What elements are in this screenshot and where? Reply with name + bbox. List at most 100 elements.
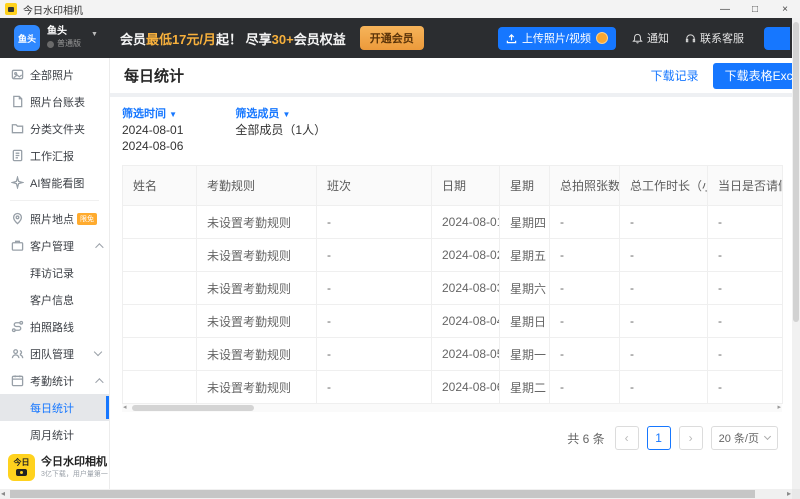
sidebar-item-photo-route[interactable]: 拍照路线 bbox=[0, 313, 109, 340]
minimize-icon: — bbox=[720, 4, 730, 15]
filter-caret-icon: ▼ bbox=[282, 110, 290, 119]
col-date: 日期 bbox=[432, 166, 500, 206]
vertical-scrollbar-thumb[interactable] bbox=[793, 22, 799, 322]
sidebar-item-all-photos[interactable]: 全部照片 bbox=[0, 61, 109, 88]
scroll-right-icon[interactable]: ▸ bbox=[787, 489, 791, 499]
table-row: 未设置考勤规则-2024-08-04星期日--- bbox=[123, 305, 783, 338]
sidebar-item-team-management[interactable]: 团队管理 bbox=[0, 340, 109, 367]
vertical-scrollbar[interactable] bbox=[792, 18, 800, 489]
pagination: 共 6 条 ‹ 1 › 20 条/页 bbox=[122, 426, 780, 450]
time-filter[interactable]: 筛选时间 ▼ 2024-08-01 2024-08-06 bbox=[122, 105, 183, 153]
customer-service-button[interactable]: 联系客服 bbox=[685, 30, 744, 46]
calendar-icon bbox=[10, 374, 24, 388]
scroll-left-icon[interactable]: ◂ bbox=[123, 403, 127, 411]
close-icon: × bbox=[782, 4, 788, 15]
user-plan: 普通版 bbox=[57, 38, 81, 50]
ai-sparkle-icon bbox=[10, 176, 24, 190]
col-weekday: 星期 bbox=[500, 166, 550, 206]
sidebar-item-work-report[interactable]: 工作汇报 bbox=[0, 142, 109, 169]
sidebar-divider bbox=[10, 200, 99, 201]
col-hours: 总工作时长（小时） bbox=[620, 166, 708, 206]
top-bar: 鱼头 鱼头 普通版 ▼ 会员最低17元/月起！ 尽享30+会员权益 开通会员 上… bbox=[0, 18, 800, 58]
table-horizontal-scrollbar[interactable]: ◂ ▸ bbox=[122, 404, 782, 412]
maximize-icon: □ bbox=[752, 4, 758, 15]
upload-photo-button[interactable]: 上传照片/视频 bbox=[498, 27, 616, 50]
partial-button[interactable] bbox=[764, 27, 790, 50]
table-row: 未设置考勤规则-2024-08-05星期一--- bbox=[123, 338, 783, 371]
brand-tagline: 3亿下载，用户量第一 bbox=[41, 469, 108, 479]
member-filter[interactable]: 筛选成员 ▼ 全部成员（1人） bbox=[235, 105, 326, 153]
brand-logo: 今日 bbox=[8, 454, 35, 481]
download-records-link[interactable]: 下载记录 bbox=[651, 67, 699, 84]
route-icon bbox=[10, 320, 24, 334]
next-page-button[interactable]: › bbox=[679, 426, 703, 450]
table-row: 未设置考勤规则-2024-08-03星期六--- bbox=[123, 272, 783, 305]
sidebar-item-daily-stats[interactable]: 每日统计 bbox=[0, 394, 109, 421]
free-badge: 限免 bbox=[77, 213, 97, 225]
page-title: 每日统计 bbox=[124, 65, 184, 86]
download-excel-button[interactable]: 下载表格Excel bbox=[713, 63, 792, 89]
camera-icon bbox=[16, 469, 27, 476]
open-membership-button[interactable]: 开通会员 bbox=[360, 26, 424, 50]
scroll-left-icon[interactable]: ◂ bbox=[1, 489, 5, 499]
page-size-select[interactable]: 20 条/页 bbox=[711, 426, 778, 450]
scroll-right-icon[interactable]: ▸ bbox=[777, 403, 781, 411]
sidebar-item-folders[interactable]: 分类文件夹 bbox=[0, 115, 109, 142]
report-icon bbox=[10, 149, 24, 163]
folder-icon bbox=[10, 122, 24, 136]
app-icon bbox=[5, 3, 17, 15]
sidebar-item-customer-management[interactable]: 客户管理 bbox=[0, 232, 109, 259]
brand-name: 今日水印相机 bbox=[41, 456, 108, 469]
select-caret-icon bbox=[764, 433, 771, 440]
page-header: 每日统计 下载记录 下载表格Excel bbox=[110, 58, 792, 93]
brand-footer: 今日 今日水印相机 3亿下载，用户量第一 bbox=[8, 454, 108, 481]
close-button[interactable]: × bbox=[770, 0, 800, 18]
scrollbar-corner bbox=[792, 489, 800, 499]
briefcase-icon bbox=[10, 239, 24, 253]
table-row: 未设置考勤规则-2024-08-06星期二--- bbox=[123, 371, 783, 404]
horizontal-scrollbar[interactable]: ◂ ▸ bbox=[0, 489, 800, 499]
pagination-total: 共 6 条 bbox=[567, 430, 604, 447]
sidebar-item-customer-info[interactable]: 客户信息 bbox=[0, 286, 109, 313]
table-header-row: 姓名 考勤规则 班次 日期 星期 总拍照张数 总工作时长（小时） 当日是否请假 bbox=[123, 166, 783, 206]
time-filter-to: 2024-08-06 bbox=[122, 139, 183, 153]
user-info[interactable]: 鱼头 普通版 bbox=[47, 26, 81, 50]
coin-icon bbox=[596, 32, 608, 44]
bell-icon bbox=[632, 33, 643, 44]
attendance-table: 姓名 考勤规则 班次 日期 星期 总拍照张数 总工作时长（小时） 当日是否请假 … bbox=[122, 165, 783, 404]
col-shift: 班次 bbox=[317, 166, 432, 206]
horizontal-scrollbar-thumb[interactable] bbox=[10, 490, 755, 498]
notifications-button[interactable]: 通知 bbox=[632, 30, 669, 46]
col-rule: 考勤规则 bbox=[197, 166, 317, 206]
table-row: 未设置考勤规则-2024-08-01星期四--- bbox=[123, 206, 783, 239]
sidebar-item-ai-view[interactable]: AI智能看图 bbox=[0, 169, 109, 196]
sidebar-item-photo-location[interactable]: 照片地点 限免 bbox=[0, 205, 109, 232]
maximize-button[interactable]: □ bbox=[740, 0, 770, 18]
avatar[interactable]: 鱼头 bbox=[14, 25, 40, 51]
chevron-down-icon bbox=[94, 348, 102, 356]
sidebar-item-attendance-stats[interactable]: 考勤统计 bbox=[0, 367, 109, 394]
sidebar-item-weekly-monthly-stats[interactable]: 周月统计 bbox=[0, 421, 109, 448]
filter-caret-icon: ▼ bbox=[169, 110, 177, 119]
window-titlebar: 今日水印相机 — □ × bbox=[0, 0, 800, 18]
main-content: 每日统计 下载记录 下载表格Excel 筛选时间 ▼ 2024-08-01 20… bbox=[110, 58, 792, 489]
ledger-icon bbox=[10, 95, 24, 109]
sidebar: 全部照片 照片台账表 分类文件夹 工作汇报 AI智能看图 照片地点 限免 客户管… bbox=[0, 58, 110, 489]
user-name: 鱼头 bbox=[47, 26, 81, 38]
location-pin-icon bbox=[10, 212, 24, 226]
user-caret-icon[interactable]: ▼ bbox=[91, 31, 98, 38]
headset-icon bbox=[685, 33, 696, 44]
scrollbar-thumb[interactable] bbox=[132, 405, 254, 411]
table-row: 未设置考勤规则-2024-08-02星期五--- bbox=[123, 239, 783, 272]
prev-page-button[interactable]: ‹ bbox=[615, 426, 639, 450]
chevron-up-icon bbox=[95, 378, 103, 386]
page-number-button[interactable]: 1 bbox=[647, 426, 671, 450]
stats-panel: 筛选时间 ▼ 2024-08-01 2024-08-06 筛选成员 ▼ 全部成员… bbox=[110, 97, 792, 489]
team-icon bbox=[10, 347, 24, 361]
minimize-button[interactable]: — bbox=[710, 0, 740, 18]
sidebar-item-photo-ledger[interactable]: 照片台账表 bbox=[0, 88, 109, 115]
col-leave: 当日是否请假 bbox=[708, 166, 783, 206]
window-title: 今日水印相机 bbox=[23, 2, 83, 17]
next-icon: › bbox=[689, 431, 693, 445]
sidebar-item-visit-records[interactable]: 拜访记录 bbox=[0, 259, 109, 286]
